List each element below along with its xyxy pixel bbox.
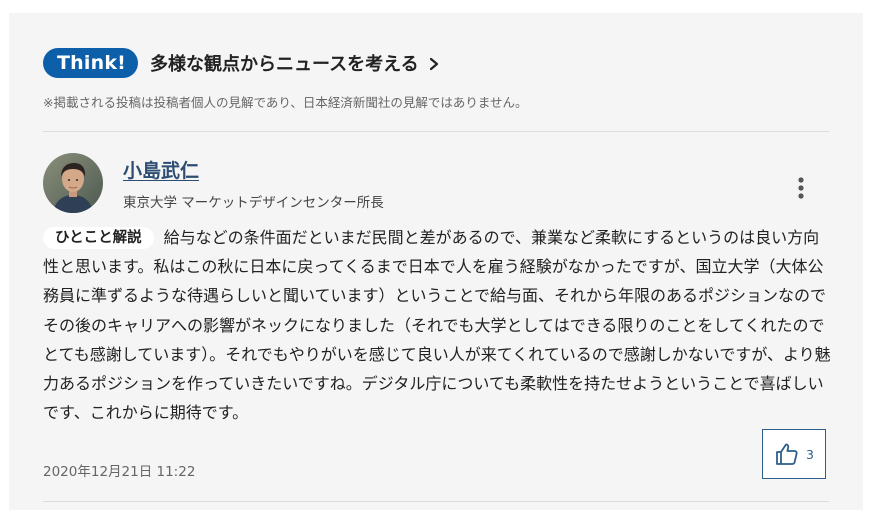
think-title[interactable]: 多様な観点からニュースを考える [150, 50, 419, 76]
top-divider [43, 131, 829, 132]
chevron-right-icon[interactable] [427, 56, 441, 71]
avatar[interactable] [43, 153, 103, 213]
more-vertical-icon [798, 177, 804, 199]
comment-text: 給与などの条件面だといまだ民間と差があるので、兼業など柔軟にするというのは良い方… [43, 228, 831, 423]
think-panel: Think! 多様な観点からニュースを考える ※掲載される投稿は投稿者個人の見解… [9, 13, 863, 510]
more-options-button[interactable] [789, 176, 813, 200]
comment-body: ひとこと解説 給与などの条件面だといまだ民間と差があるので、兼業など柔軟にするとい… [43, 223, 833, 427]
think-badge: Think! [43, 48, 139, 78]
thumbs-up-icon [776, 443, 798, 465]
author-name-link[interactable]: 小島武仁 [123, 156, 199, 183]
bottom-divider [43, 501, 829, 502]
like-button[interactable]: 3 [762, 429, 826, 479]
disclaimer-text: ※掲載される投稿は投稿者個人の見解であり、日本経済新聞社の見解ではありません。 [43, 95, 528, 110]
like-count: 3 [806, 446, 814, 462]
comment-tag: ひとこと解説 [43, 227, 154, 249]
post-timestamp: 2020年12月21日 11:22 [43, 464, 196, 480]
author-title: 東京大学 マーケットデザインセンター所長 [123, 195, 384, 211]
think-header[interactable]: Think! 多様な観点からニュースを考える [43, 48, 441, 78]
